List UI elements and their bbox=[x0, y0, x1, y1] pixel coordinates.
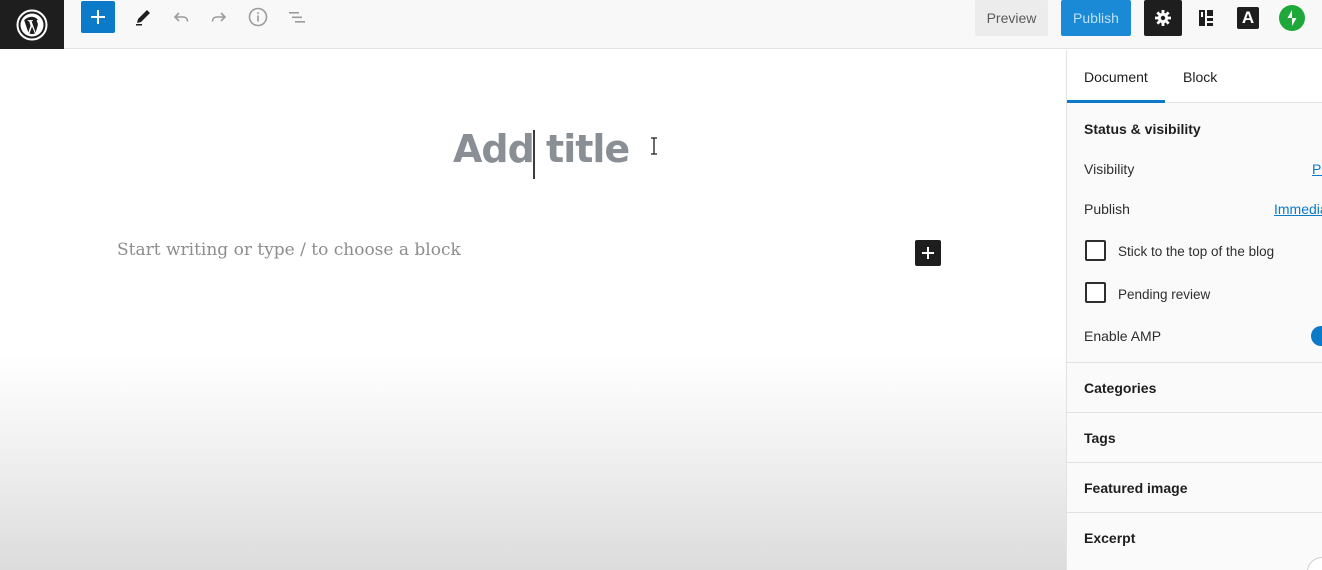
block-layout-icon bbox=[1199, 10, 1213, 26]
tab-block[interactable]: Block bbox=[1183, 50, 1217, 103]
plus-icon bbox=[922, 247, 934, 259]
add-block-button[interactable] bbox=[915, 240, 941, 266]
info-icon bbox=[248, 7, 268, 27]
text-caret bbox=[533, 130, 535, 179]
block-inserter-button[interactable] bbox=[81, 1, 115, 33]
editor-toolbar: Preview Publish A bbox=[0, 0, 1322, 49]
preview-button[interactable]: Preview bbox=[975, 0, 1048, 36]
undo-button[interactable] bbox=[166, 1, 196, 33]
text-cursor-icon bbox=[651, 137, 657, 155]
jetpack-button[interactable] bbox=[1277, 2, 1307, 34]
post-title-input[interactable]: Add title bbox=[453, 127, 630, 179]
plus-icon bbox=[91, 10, 105, 24]
wordpress-logo-icon[interactable] bbox=[0, 0, 64, 49]
featured-image-title: Featured image bbox=[1084, 480, 1188, 496]
amp-plugin-button[interactable]: A bbox=[1233, 2, 1263, 34]
visibility-label: Visibility bbox=[1084, 161, 1135, 177]
enable-amp-toggle[interactable] bbox=[1311, 326, 1322, 346]
editor-canvas: Add title Start writing or type / to cho… bbox=[0, 50, 1066, 570]
paragraph-block-input[interactable]: Start writing or type / to choose a bloc… bbox=[117, 240, 461, 260]
featured-image-panel[interactable]: Featured image bbox=[1067, 462, 1322, 512]
tags-panel[interactable]: Tags bbox=[1067, 412, 1322, 462]
sidebar-tabs: Document Block bbox=[1067, 50, 1322, 103]
publish-button[interactable]: Publish bbox=[1061, 0, 1131, 36]
excerpt-title: Excerpt bbox=[1084, 530, 1136, 546]
jetpack-icon bbox=[1279, 5, 1305, 31]
categories-panel[interactable]: Categories bbox=[1067, 362, 1322, 412]
block-layout-plugin-button[interactable] bbox=[1191, 2, 1221, 34]
excerpt-panel[interactable]: Excerpt bbox=[1067, 512, 1322, 562]
redo-icon bbox=[211, 12, 227, 22]
status-visibility-toggle[interactable]: Status & visibility bbox=[1084, 121, 1201, 137]
edit-tools-button[interactable] bbox=[128, 1, 158, 33]
tab-document[interactable]: Document bbox=[1067, 50, 1165, 103]
pending-review-label: Pending review bbox=[1118, 287, 1211, 302]
status-visibility-panel: Status & visibility Visibility Pr Publis… bbox=[1067, 103, 1322, 362]
pending-review-checkbox[interactable] bbox=[1085, 282, 1106, 303]
amp-icon: A bbox=[1237, 7, 1259, 29]
stick-to-top-checkbox[interactable] bbox=[1085, 240, 1106, 261]
enable-amp-label: Enable AMP bbox=[1084, 328, 1162, 344]
gear-icon bbox=[1155, 10, 1171, 26]
settings-button[interactable] bbox=[1144, 0, 1182, 36]
visibility-link[interactable]: Pr bbox=[1312, 161, 1322, 177]
settings-sidebar: Document Block Status & visibility Visib… bbox=[1066, 50, 1322, 570]
list-view-button[interactable] bbox=[282, 1, 312, 33]
content-info-button[interactable] bbox=[243, 1, 273, 33]
redo-button[interactable] bbox=[204, 1, 234, 33]
undo-icon bbox=[173, 12, 189, 22]
list-view-icon bbox=[289, 12, 305, 23]
tags-title: Tags bbox=[1084, 430, 1116, 446]
publish-date-link[interactable]: Immedia bbox=[1274, 201, 1322, 217]
pencil-icon bbox=[136, 10, 150, 26]
categories-title: Categories bbox=[1084, 380, 1157, 396]
publish-label: Publish bbox=[1084, 201, 1130, 217]
stick-to-top-label: Stick to the top of the blog bbox=[1118, 244, 1275, 259]
